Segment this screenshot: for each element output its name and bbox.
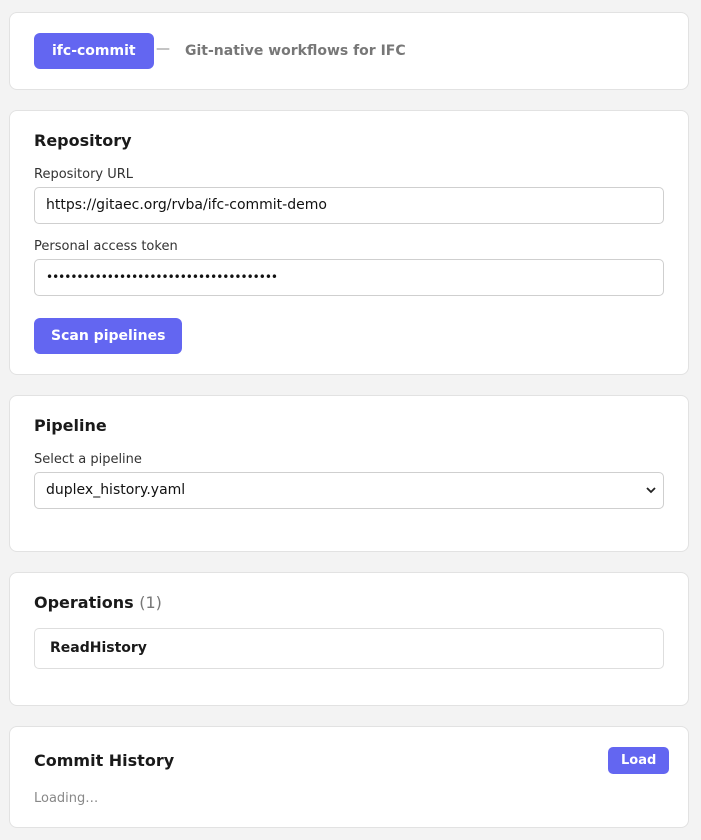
- access-token-input[interactable]: ••••••••••••••••••••••••••••••••••••••: [34, 259, 664, 296]
- chevron-down-icon: [646, 487, 656, 494]
- commit-history-card: Commit History Load Loading…: [9, 726, 689, 828]
- operations-title: Operations (1): [34, 593, 162, 612]
- brand-button[interactable]: ifc-commit: [34, 33, 154, 69]
- repository-url-input[interactable]: https://gitaec.org/rvba/ifc-commit-demo: [34, 187, 664, 224]
- access-token-label: Personal access token: [34, 239, 178, 254]
- loading-status: Loading…: [34, 791, 99, 806]
- operations-title-text: Operations: [34, 593, 134, 612]
- scan-pipelines-button[interactable]: Scan pipelines: [34, 318, 183, 354]
- repository-url-label: Repository URL: [34, 167, 134, 182]
- pipeline-selected-value: duplex_history.yaml: [46, 482, 186, 498]
- header-card: ifc-commit — Git-native workflows for IF…: [9, 12, 689, 90]
- load-button[interactable]: Load: [608, 747, 670, 774]
- commit-history-title: Commit History: [34, 751, 175, 770]
- operation-item[interactable]: ReadHistory: [34, 628, 664, 669]
- header-separator: —: [156, 41, 170, 57]
- pipeline-card: Pipeline Select a pipeline duplex_histor…: [9, 395, 689, 552]
- pipeline-select[interactable]: duplex_history.yaml: [34, 472, 664, 509]
- operations-count: (1): [139, 593, 162, 612]
- repository-title: Repository: [34, 131, 132, 150]
- operations-card: Operations (1) ReadHistory: [9, 572, 689, 706]
- header-tagline: Git-native workflows for IFC: [185, 43, 406, 59]
- pipeline-title: Pipeline: [34, 416, 107, 435]
- repository-card: Repository Repository URL https://gitaec…: [9, 110, 689, 375]
- pipeline-select-label: Select a pipeline: [34, 452, 142, 467]
